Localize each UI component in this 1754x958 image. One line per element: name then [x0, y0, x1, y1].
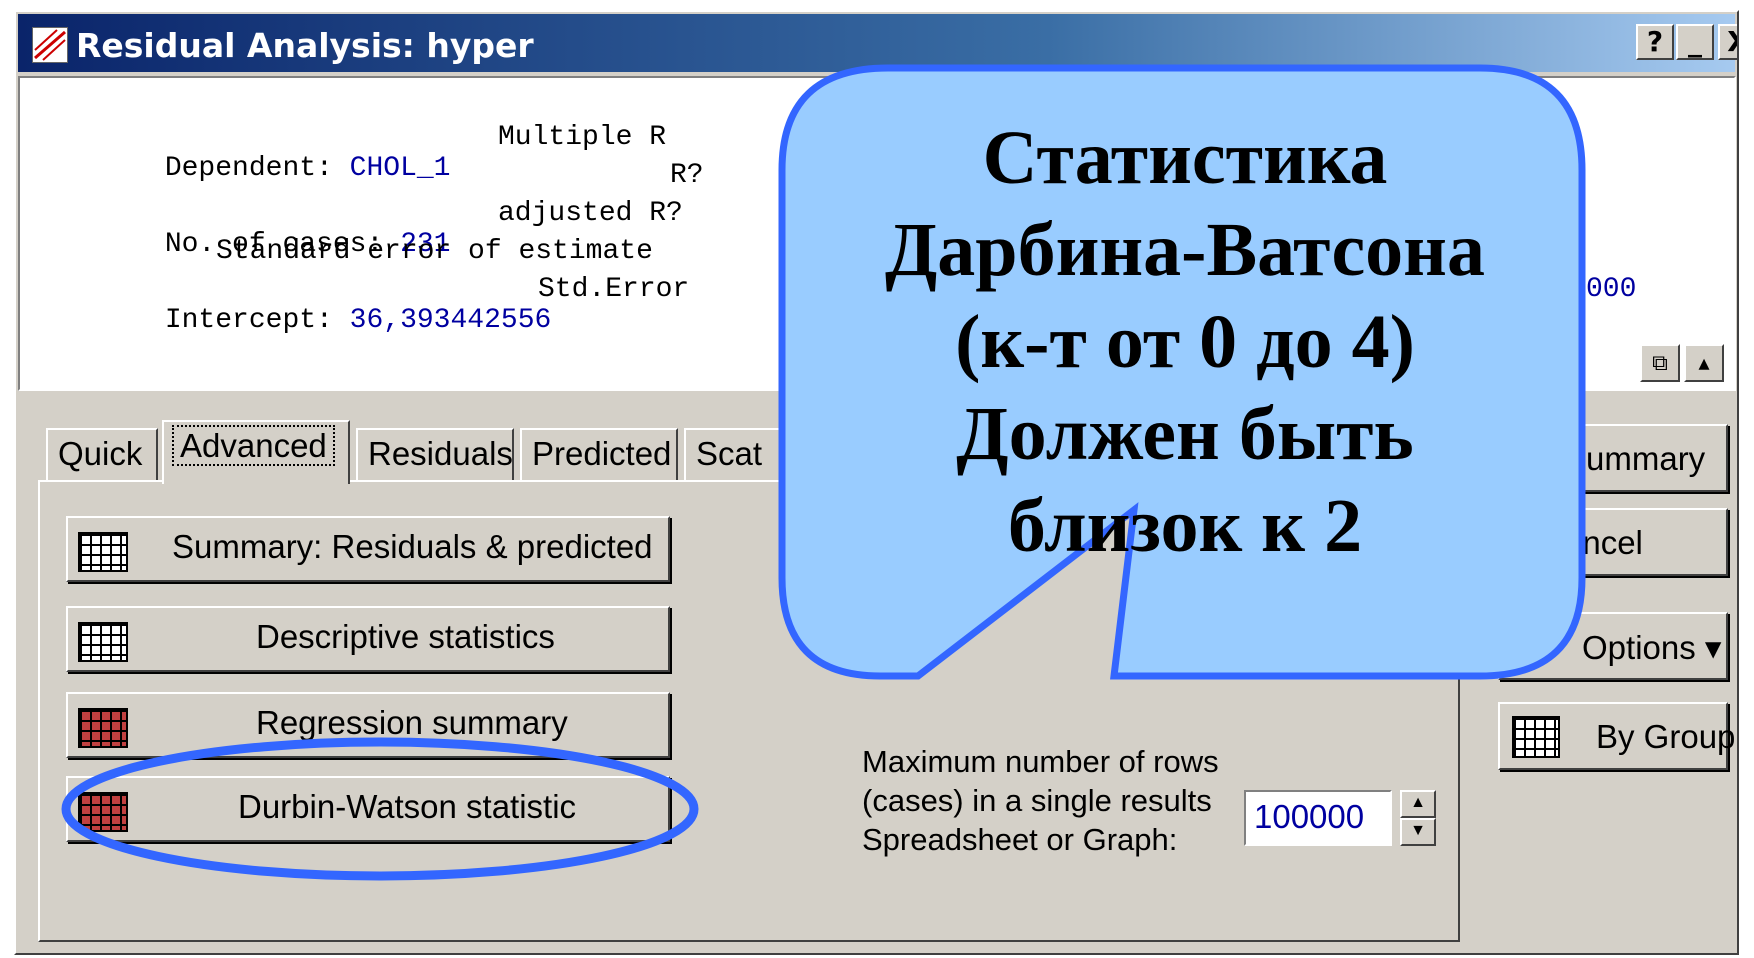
- callout-line: Должен быть: [956, 392, 1414, 476]
- callout-line: Статистика: [982, 116, 1388, 200]
- callout-line: (к-т от 0 до 4): [955, 300, 1415, 384]
- tab-advanced[interactable]: Advanced: [162, 420, 350, 484]
- callout-line: Дарбина-Ватсона: [885, 208, 1485, 292]
- callout-line: близок к 2: [1007, 484, 1363, 568]
- durbin-watson-highlight: [61, 737, 699, 881]
- callout-text: Статистика Дарбина-Ватсона (к-т от 0 до …: [790, 112, 1580, 572]
